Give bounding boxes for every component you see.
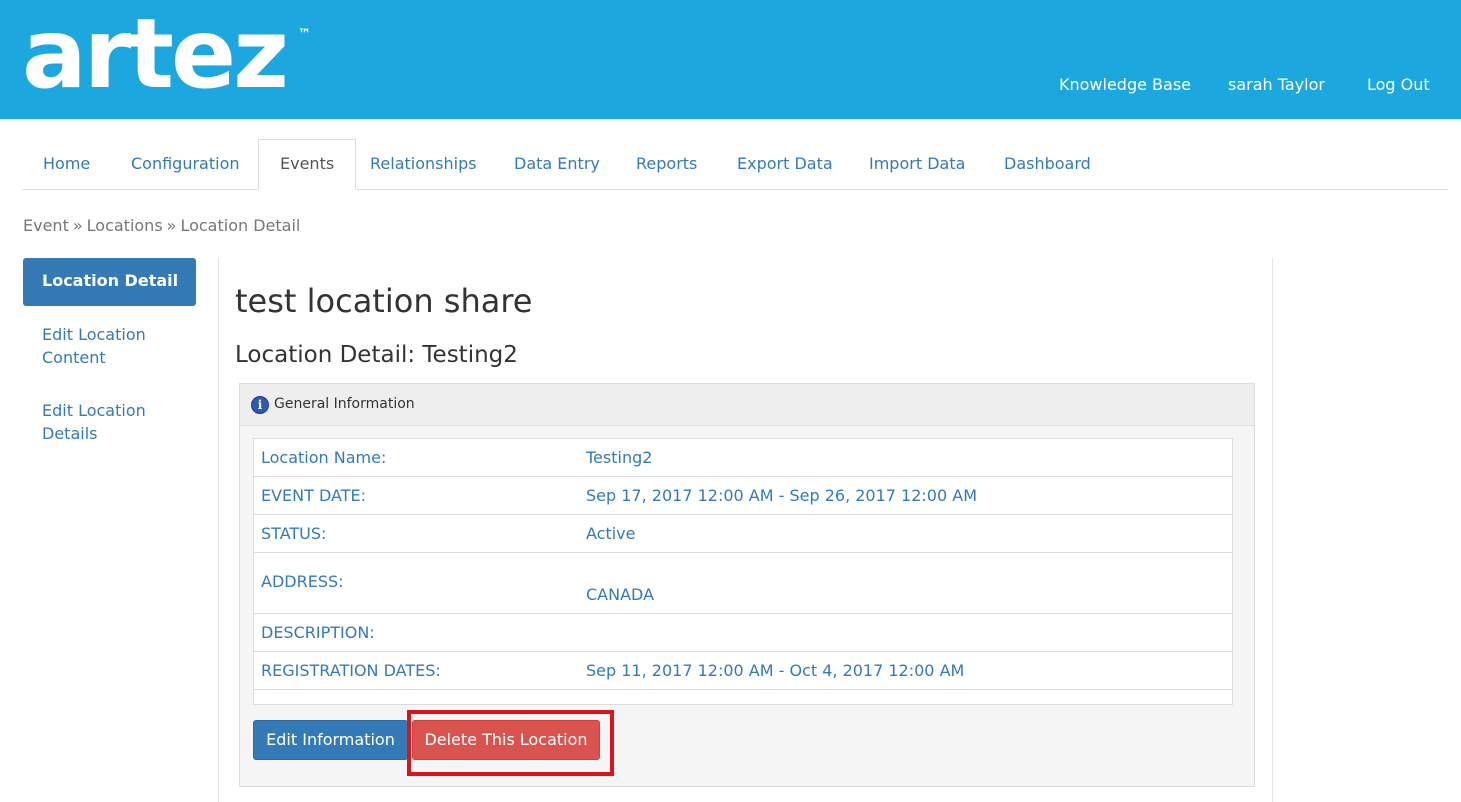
table-row: ADDRESS: CANADA (254, 553, 1232, 614)
panel-heading-title: General Information (274, 396, 415, 412)
breadcrumb-separator: » (166, 216, 177, 235)
table-row: REGISTRATION DATES: Sep 11, 2017 12:00 A… (254, 652, 1232, 690)
table-row: EVENT DATE: Sep 17, 2017 12:00 AM - Sep … (254, 477, 1232, 515)
info-icon: i (251, 396, 269, 414)
status-value: Active (586, 524, 636, 543)
tab-events[interactable]: Events (258, 139, 357, 190)
sidebar-item-edit-location-content[interactable]: Edit Location Content (42, 323, 192, 369)
tab-reports[interactable]: Reports (615, 139, 718, 189)
edit-information-button[interactable]: Edit Information (253, 720, 408, 760)
sidebar-item-location-detail[interactable]: Location Detail (23, 258, 196, 306)
tab-export-data[interactable]: Export Data (716, 139, 854, 189)
user-name-link[interactable]: sarah Taylor (1228, 75, 1325, 94)
main-nav-tabs: Home Configuration Events Relationships … (22, 139, 1448, 190)
sidebar-item-edit-location-details[interactable]: Edit Location Details (42, 399, 192, 445)
panel-heading: i General Information (240, 384, 1254, 426)
artez-logo[interactable]: artez (22, 6, 289, 102)
general-information-panel: i General Information Location Name: Tes… (239, 383, 1255, 787)
address-value: CANADA (586, 585, 655, 604)
location-detail-subtitle: Location Detail: Testing2 (235, 342, 518, 368)
location-name-label: Location Name: (261, 448, 387, 467)
tab-configuration[interactable]: Configuration (110, 139, 261, 189)
top-header: artez ™ Knowledge Base sarah Taylor Log … (0, 0, 1461, 119)
tab-relationships[interactable]: Relationships (349, 139, 498, 189)
location-name-value: Testing2 (586, 448, 653, 467)
tab-home[interactable]: Home (22, 139, 111, 189)
trademark-symbol: ™ (298, 27, 311, 42)
delete-location-button[interactable]: Delete This Location (412, 720, 600, 760)
breadcrumb-event[interactable]: Event (23, 216, 69, 235)
breadcrumb-locations[interactable]: Locations (87, 216, 163, 235)
tab-dashboard[interactable]: Dashboard (983, 139, 1112, 189)
content-divider-right (1272, 258, 1273, 802)
registration-dates-value: Sep 11, 2017 12:00 AM - Oct 4, 2017 12:0… (586, 661, 965, 680)
address-label: ADDRESS: (261, 572, 344, 591)
page-title: test location share (235, 282, 533, 320)
location-detail-table: Location Name: Testing2 EVENT DATE: Sep … (253, 438, 1233, 705)
tab-import-data[interactable]: Import Data (848, 139, 986, 189)
description-label: DESCRIPTION: (261, 623, 375, 642)
breadcrumb: Event» Locations» Location Detail (23, 216, 300, 235)
event-date-value: Sep 17, 2017 12:00 AM - Sep 26, 2017 12:… (586, 486, 977, 505)
tab-data-entry[interactable]: Data Entry (493, 139, 621, 189)
knowledge-base-link[interactable]: Knowledge Base (1059, 75, 1191, 94)
table-row: Location Name: Testing2 (254, 439, 1232, 477)
table-row: DESCRIPTION: (254, 614, 1232, 652)
breadcrumb-location-detail: Location Detail (180, 216, 301, 235)
event-date-label: EVENT DATE: (261, 486, 367, 505)
registration-dates-label: REGISTRATION DATES: (261, 661, 441, 680)
table-row: STATUS: Active (254, 515, 1232, 553)
content-divider-left (218, 258, 219, 802)
log-out-link[interactable]: Log Out (1367, 75, 1430, 94)
breadcrumb-separator: » (72, 216, 83, 235)
status-label: STATUS: (261, 524, 327, 543)
